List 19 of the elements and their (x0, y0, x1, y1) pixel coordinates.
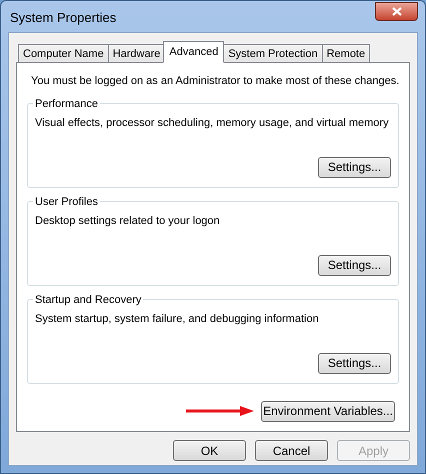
tab[interactable]: Remote (322, 44, 370, 63)
settings-button[interactable]: Settings... (318, 254, 391, 276)
tab[interactable]: Computer Name (18, 44, 109, 63)
group-description: System startup, system failure, and debugging information (35, 312, 320, 326)
settings-button[interactable]: Settings... (318, 352, 391, 374)
dialog-button[interactable]: OK (173, 440, 246, 461)
tab[interactable]: System Protection (223, 44, 323, 63)
notice-text: You must be logged on as an Administrator to make most of these changes. (30, 74, 400, 89)
settings-button[interactable]: Settings... (318, 156, 391, 178)
arrow-icon (186, 406, 254, 416)
close-button[interactable] (375, 2, 418, 21)
tab[interactable]: Hardware (108, 44, 166, 63)
environment-variables-button[interactable]: Environment Variables... (261, 400, 395, 422)
window-title: System Properties (9, 8, 116, 27)
close-icon (392, 7, 402, 16)
tab[interactable]: Advanced (163, 41, 224, 63)
group-description: Desktop settings related to your logon (35, 214, 221, 228)
group-description: Visual effects, processor scheduling, memory usage, and virtual memory (35, 116, 390, 130)
dialog-button[interactable]: Cancel (255, 440, 328, 461)
